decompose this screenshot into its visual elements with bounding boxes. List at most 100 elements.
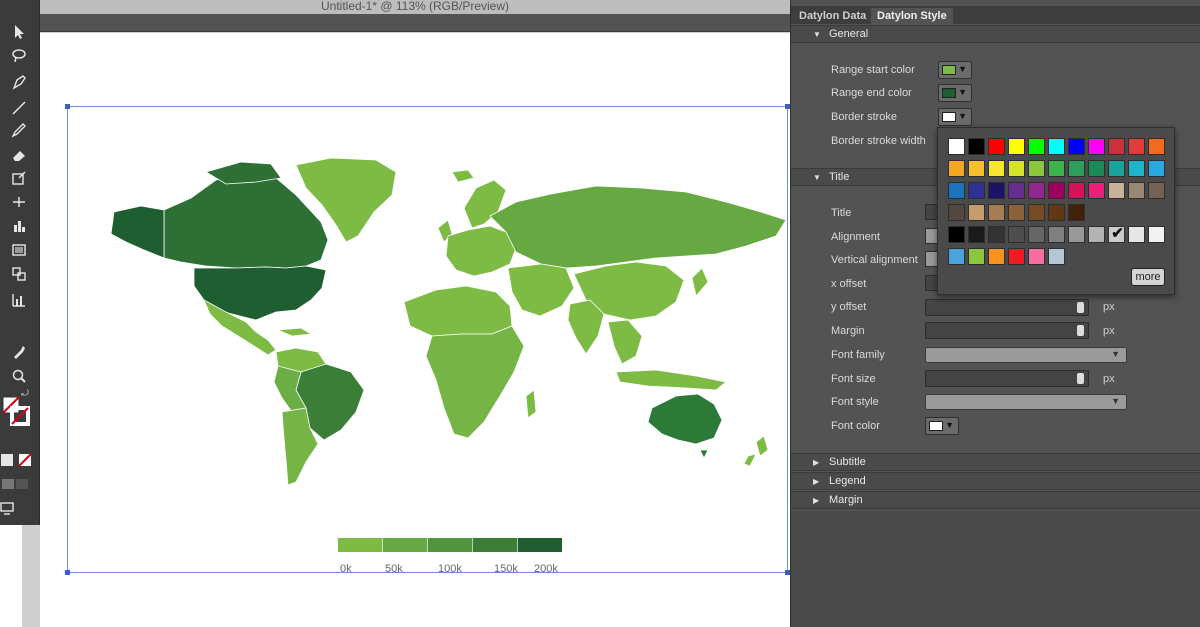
pen-tool-icon[interactable] [8,72,30,92]
graph-tool-icon[interactable] [8,216,30,236]
color-cell[interactable] [948,182,965,199]
color-cell[interactable] [968,248,985,265]
color-cell[interactable] [1028,138,1045,155]
color-cell[interactable] [1048,204,1065,221]
resize-handle-top-left[interactable] [65,104,70,109]
margin-input[interactable] [925,322,1089,339]
color-cell[interactable] [1128,226,1145,243]
color-cell[interactable] [1048,248,1065,265]
none-swatch-icon[interactable] [18,452,32,467]
color-cell[interactable] [948,248,965,265]
font-size-input[interactable] [925,370,1089,387]
color-cell[interactable] [988,138,1005,155]
color-cell[interactable] [1128,138,1145,155]
stepper-icon[interactable] [1077,325,1084,336]
color-cell[interactable] [1088,138,1105,155]
lasso-tool-icon[interactable] [8,46,30,66]
section-subtitle-header[interactable]: ▶ Subtitle [791,453,1200,471]
color-cell[interactable] [1148,226,1165,243]
color-cell[interactable] [988,248,1005,265]
color-cell[interactable] [988,226,1005,243]
color-cell[interactable] [948,138,965,155]
color-cell[interactable] [1008,204,1025,221]
color-cell[interactable] [1028,160,1045,177]
color-cell[interactable] [1008,226,1025,243]
color-cell[interactable] [968,204,985,221]
line-tool-icon[interactable] [8,98,30,118]
resize-handle-bottom-left[interactable] [65,570,70,575]
zoom-icon[interactable] [8,366,30,386]
color-cell[interactable] [1068,226,1085,243]
column-graph-icon[interactable] [8,290,30,310]
font-color-button[interactable]: ▼ [925,417,959,435]
color-cell[interactable] [1108,160,1125,177]
border-stroke-color-button[interactable]: ▼ [938,108,972,126]
color-cell[interactable] [1048,226,1065,243]
color-cell[interactable] [968,182,985,199]
scale-tool-icon[interactable] [8,168,30,188]
swap-icon[interactable]: ⤾ [18,386,32,400]
color-cell[interactable] [1048,160,1065,177]
draw-mode-icon[interactable] [0,476,30,490]
color-cell[interactable] [1008,160,1025,177]
screen-mode-icon[interactable] [0,500,14,515]
color-cell[interactable] [1088,182,1105,199]
color-cell[interactable] [1028,182,1045,199]
color-cell[interactable] [1048,138,1065,155]
color-cell[interactable] [968,160,985,177]
blend-tool-icon[interactable] [8,264,30,284]
color-cell[interactable] [1148,160,1165,177]
normal-mode-icon[interactable] [0,452,14,466]
color-cell[interactable] [1068,138,1085,155]
stepper-icon[interactable] [1077,373,1084,384]
color-cell[interactable] [1128,182,1145,199]
color-cell[interactable] [1108,182,1125,199]
color-cell[interactable] [968,226,985,243]
color-cell[interactable] [1088,226,1105,243]
color-cell[interactable] [1008,182,1025,199]
eyedropper-icon[interactable] [8,342,30,362]
color-cell[interactable]: ✔ [1108,225,1125,243]
color-cell[interactable] [1028,248,1045,265]
y-offset-input[interactable] [925,299,1089,316]
selection-tool-icon[interactable] [8,22,30,42]
font-style-select[interactable]: ▼ [925,394,1127,410]
color-cell[interactable] [1068,160,1085,177]
color-cell[interactable] [1148,182,1165,199]
color-cell[interactable] [1028,204,1045,221]
color-cell[interactable] [948,160,965,177]
color-cell[interactable] [1008,138,1025,155]
section-margin-header[interactable]: ▶ Margin [791,491,1200,509]
fill-stroke-icon[interactable] [2,396,32,430]
color-cell[interactable] [948,204,965,221]
font-family-select[interactable]: ▼ [925,347,1127,363]
gradient-tool-icon[interactable] [8,240,30,260]
more-colors-button[interactable]: more [1131,268,1165,286]
width-tool-icon[interactable] [8,192,30,212]
stepper-icon[interactable] [1077,302,1084,313]
tab-datylon-data[interactable]: Datylon Data [793,8,872,24]
color-cell[interactable] [988,182,1005,199]
color-cell[interactable] [988,204,1005,221]
color-cell[interactable] [988,160,1005,177]
color-cell[interactable] [1128,160,1145,177]
tab-datylon-style[interactable]: Datylon Style [871,8,953,24]
unit-label: px [1103,325,1115,337]
color-cell[interactable] [948,226,965,243]
section-general-header[interactable]: ▼ General [791,25,1200,43]
color-cell[interactable] [1048,182,1065,199]
color-cell[interactable] [968,138,985,155]
selection-bounding-box[interactable] [65,104,790,575]
range-end-color-button[interactable]: ▼ [938,84,972,102]
color-cell[interactable] [1028,226,1045,243]
section-legend-header[interactable]: ▶ Legend [791,472,1200,490]
pencil-tool-icon[interactable] [8,120,30,140]
color-cell[interactable] [1068,204,1085,221]
color-cell[interactable] [1008,248,1025,265]
color-cell[interactable] [1148,138,1165,155]
range-start-color-button[interactable]: ▼ [938,61,972,79]
color-cell[interactable] [1088,160,1105,177]
color-cell[interactable] [1068,182,1085,199]
color-cell[interactable] [1108,138,1125,155]
eraser-tool-icon[interactable] [8,145,30,165]
